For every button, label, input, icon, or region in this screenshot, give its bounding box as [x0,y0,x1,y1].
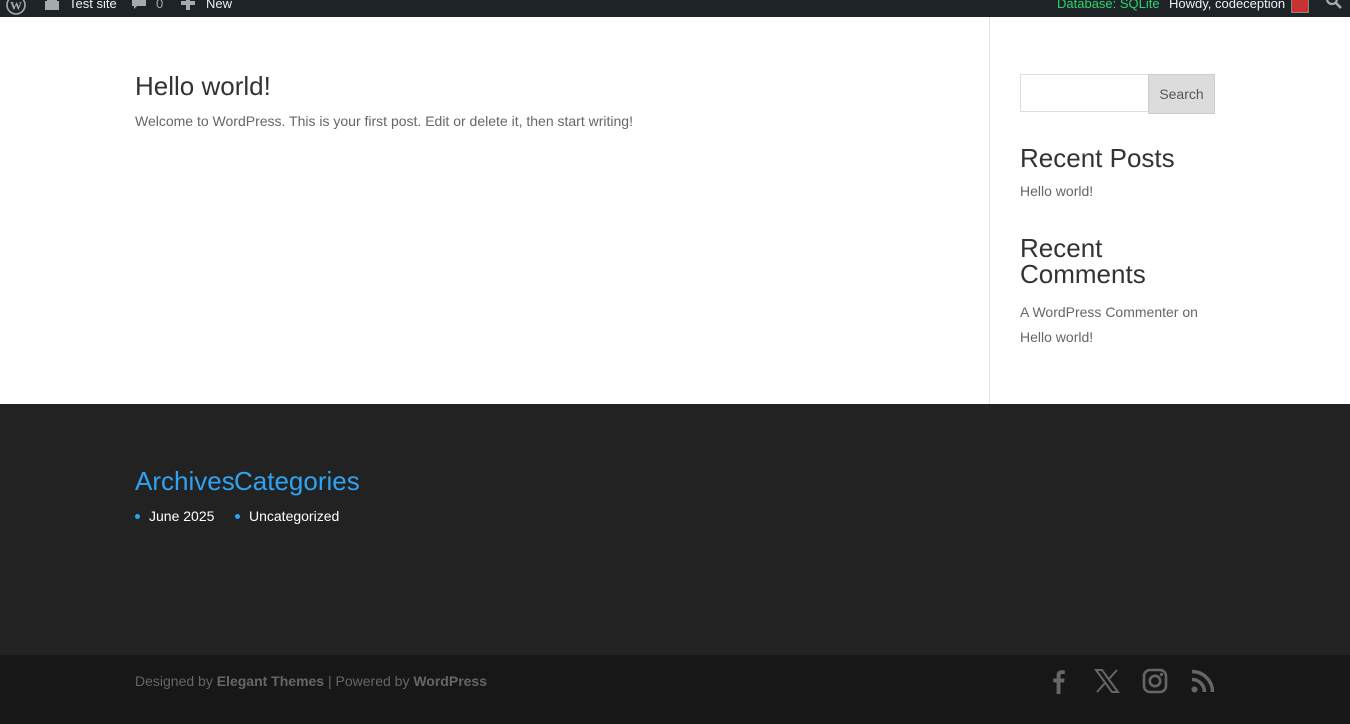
recent-post-link[interactable]: Hello world! [1020,183,1093,199]
designed-by-label: Designed by [135,673,213,689]
bullet-icon [135,513,140,519]
recent-comments-title: Recent Comments [1020,235,1146,287]
site-name-menu[interactable]: Test site [44,0,117,14]
new-label: New [206,0,233,11]
plus-icon [180,0,198,13]
comments-menu[interactable]: 0 [131,0,163,14]
sidebar-divider [989,17,990,404]
category-link[interactable]: Uncategorized [249,508,339,524]
recent-comment-item: A WordPress Commenter on Hello world! [1020,300,1215,350]
archive-item[interactable]: June 2025 [135,508,214,524]
footer-credits: Designed by Elegant Themes | Powered by … [135,673,487,689]
comment-on-label: on [1182,304,1198,320]
wordpress-link[interactable]: WordPress [413,673,487,689]
admin-search[interactable] [1325,0,1343,14]
recent-posts-title: Recent Posts [1020,143,1175,173]
post-title[interactable]: Hello world! [135,71,271,102]
powered-by-label: | Powered by [327,673,410,689]
search-button[interactable]: Search [1148,74,1215,114]
svg-text:W: W [10,0,22,13]
post-excerpt: Welcome to WordPress. This is your first… [135,113,633,129]
howdy-label: Howdy, codeception [1169,0,1286,11]
archives-title: Archives [135,466,235,496]
home-icon [44,0,62,13]
theme-link[interactable]: Elegant Themes [217,673,324,689]
categories-title: Categories [234,466,360,496]
avatar [1291,0,1310,13]
facebook-icon[interactable] [1045,667,1073,695]
comment-icon [131,0,149,13]
site-name-label: Test site [69,0,117,11]
search-input[interactable] [1020,74,1148,112]
my-account-menu[interactable]: Howdy, codeception [1169,0,1310,14]
category-item[interactable]: Uncategorized [235,508,339,524]
comments-count: 0 [156,0,164,11]
bullet-icon [235,513,240,519]
rss-icon[interactable] [1189,667,1217,695]
main-content: Hello world! Welcome to WordPress. This … [0,17,1350,404]
admin-bar: W Test site 0 New Database: SQLite Howdy… [0,0,1350,17]
x-twitter-icon[interactable] [1093,667,1121,695]
wp-logo-menu[interactable]: W [6,0,31,15]
comment-author-link[interactable]: A WordPress Commenter [1020,304,1178,320]
archive-link[interactable]: June 2025 [149,508,214,524]
search-icon [1325,0,1343,16]
footer: Archives Categories June 2025 Uncategori… [0,404,1350,655]
recent-comments-title-line2: Comments [1020,259,1146,289]
comment-post-link[interactable]: Hello world! [1020,329,1093,345]
instagram-icon[interactable] [1141,667,1169,695]
database-info[interactable]: Database: SQLite [1057,0,1160,14]
wordpress-logo-icon: W [6,0,26,15]
footer-bottom-bar: Designed by Elegant Themes | Powered by … [0,655,1350,724]
new-content-menu[interactable]: New [180,0,232,14]
